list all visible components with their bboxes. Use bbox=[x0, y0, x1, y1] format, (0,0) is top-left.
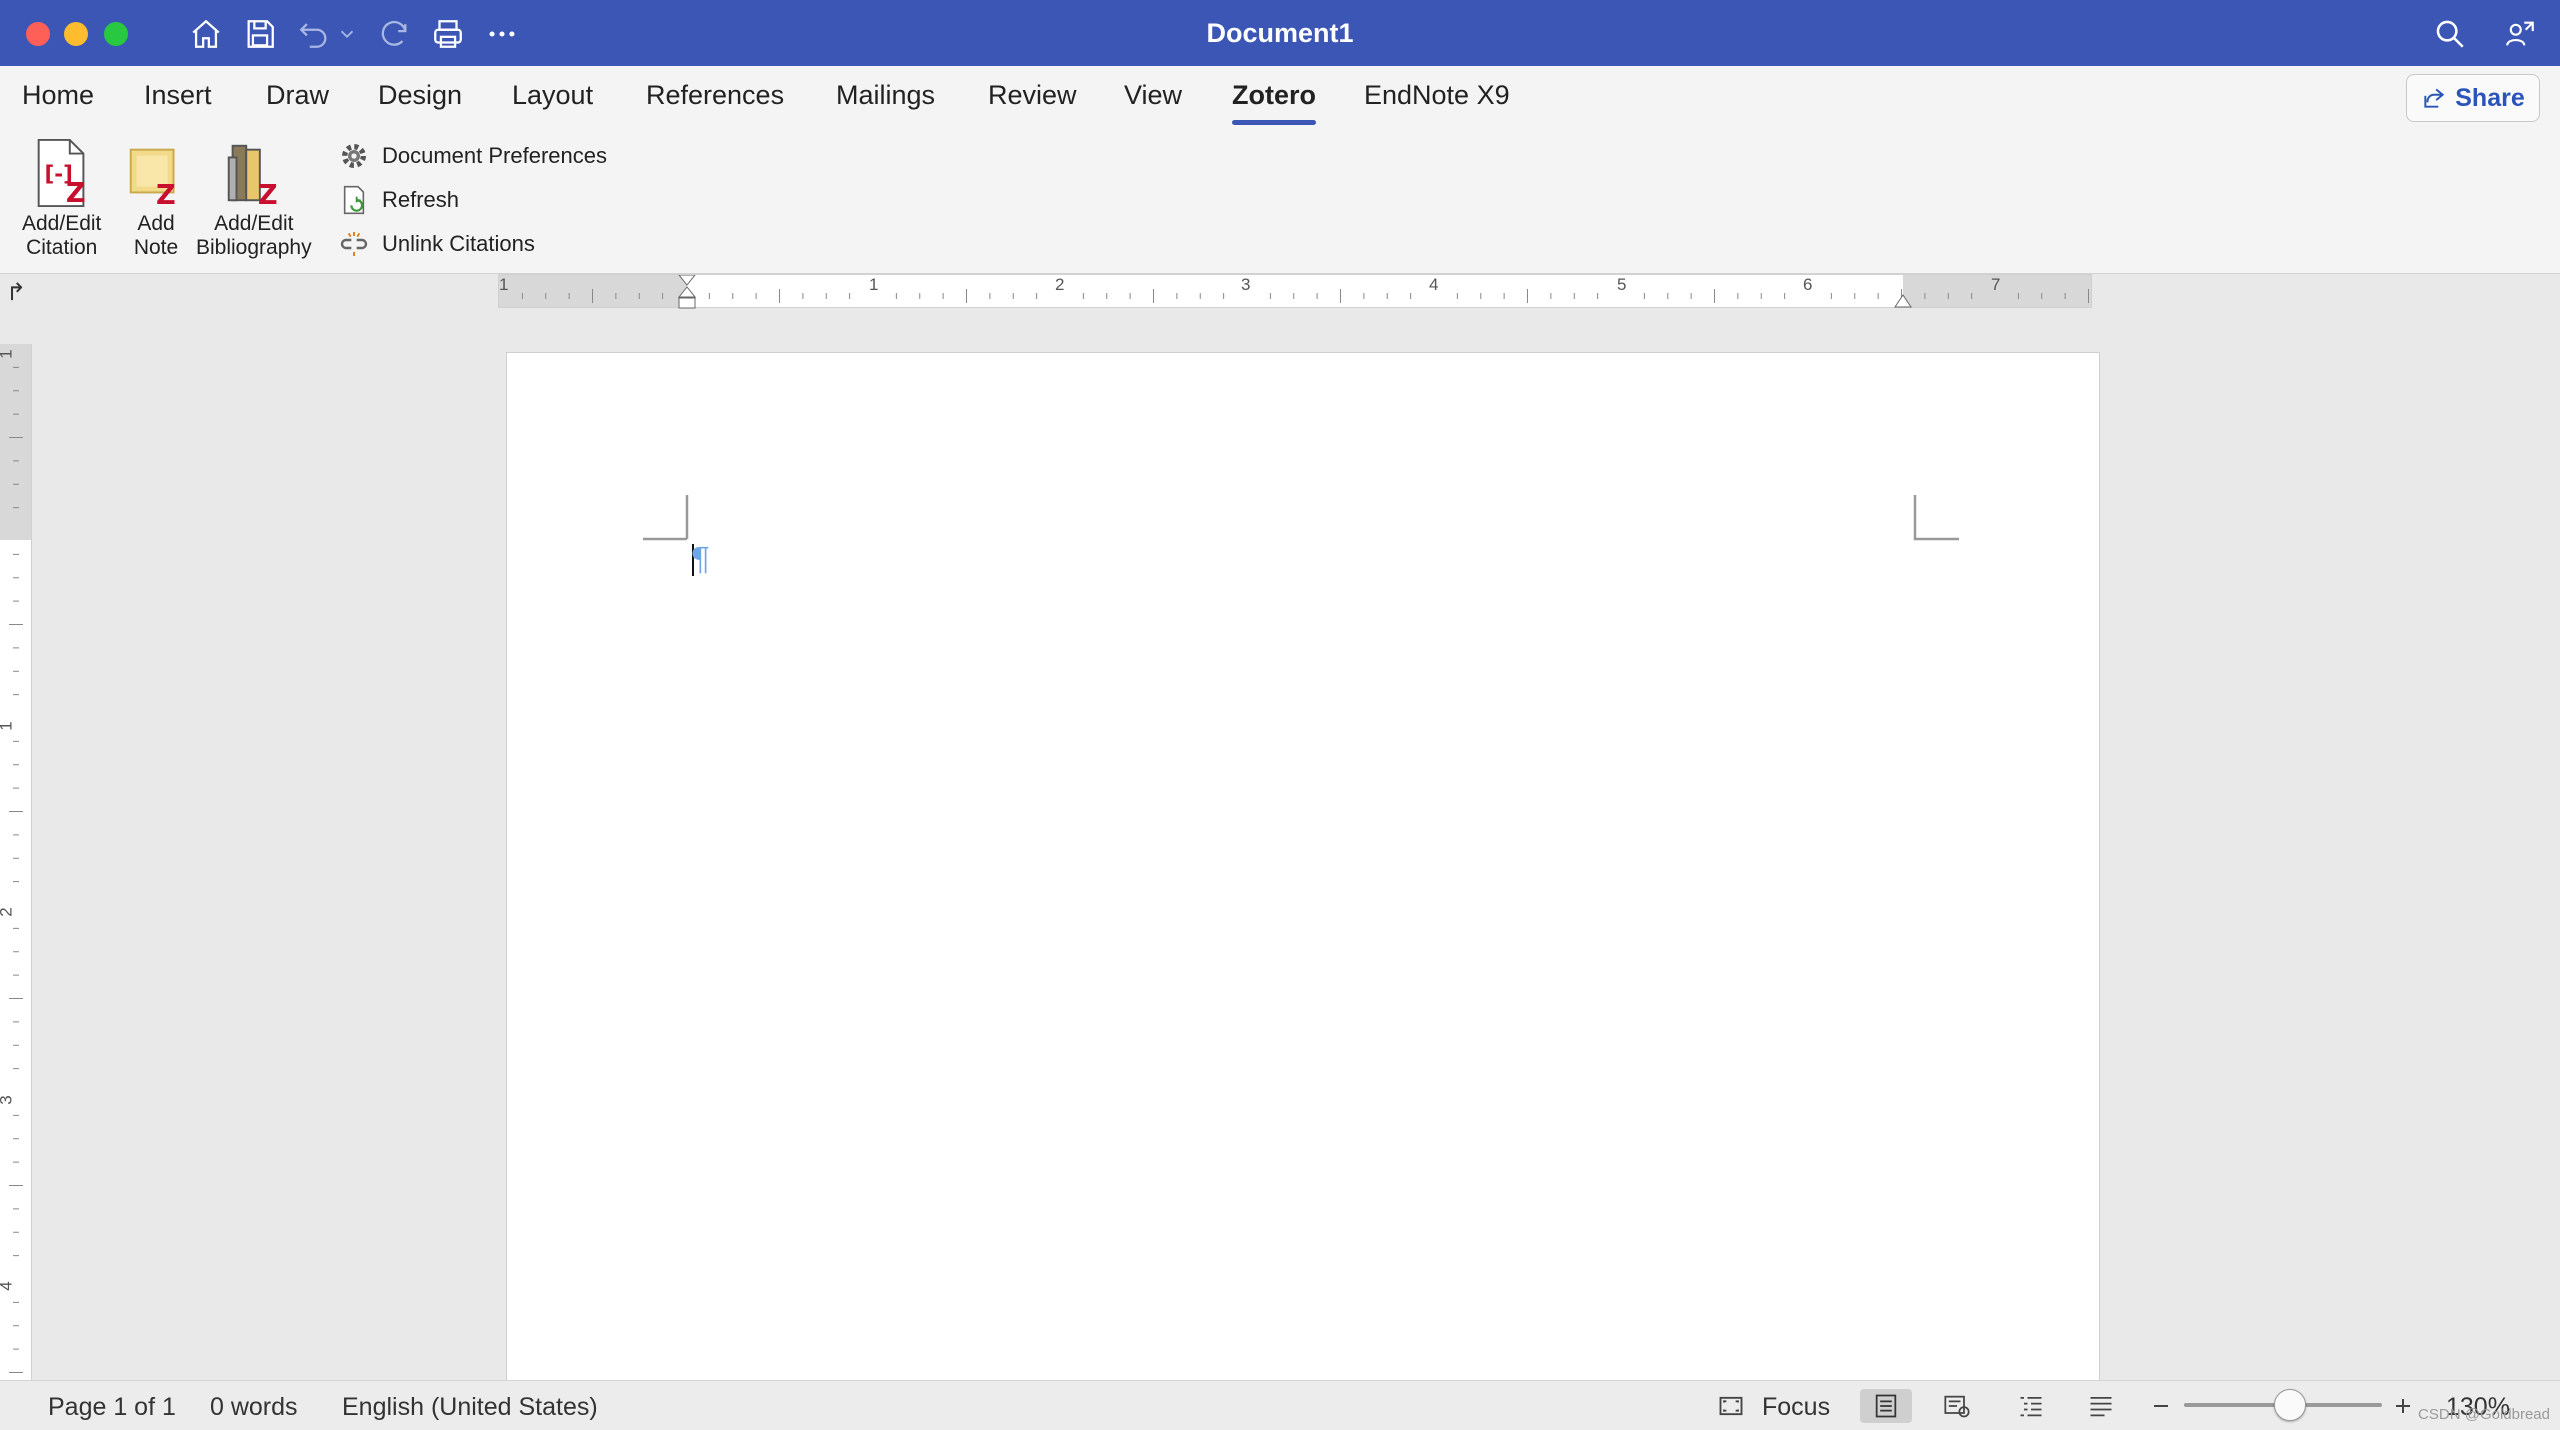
document-preferences-button[interactable]: Document Preferences bbox=[338, 140, 607, 172]
ruler-number: 4 bbox=[1429, 275, 1439, 294]
bibliography-icon: Z bbox=[227, 144, 278, 208]
ruler-number: 3 bbox=[1241, 275, 1251, 294]
add-note-button[interactable]: Z Add Note bbox=[124, 138, 188, 260]
share-button[interactable]: Share bbox=[2406, 74, 2540, 122]
vertical-ruler-number: 1 bbox=[0, 721, 17, 730]
add-edit-citation-label-2: Citation bbox=[26, 236, 98, 259]
language-status[interactable]: English (United States) bbox=[342, 1393, 598, 1422]
vertical-ruler[interactable]: 1 1 2 3 4 bbox=[0, 344, 32, 1380]
crop-mark-top-right bbox=[1913, 495, 1959, 541]
outline-view-icon[interactable] bbox=[2014, 1391, 2048, 1421]
ruler-ticks bbox=[521, 289, 2089, 303]
add-edit-citation-button[interactable]: [-] Z Add/Edit Citation bbox=[22, 138, 101, 260]
title-bar: Document1 bbox=[0, 0, 2560, 66]
vertical-ruler-ticks bbox=[9, 366, 23, 1373]
add-edit-bibliography-label-1: Add/Edit bbox=[214, 212, 294, 235]
zoom-in-icon[interactable] bbox=[2386, 1391, 2420, 1421]
search-icon[interactable] bbox=[2430, 14, 2470, 54]
zoom-slider-thumb[interactable] bbox=[2274, 1389, 2306, 1421]
unlink-citations-button[interactable]: Unlink Citations bbox=[338, 228, 535, 260]
ribbon-tabs: Home Insert Draw Design Layout Reference… bbox=[0, 66, 2560, 128]
tab-layout[interactable]: Layout bbox=[512, 80, 593, 111]
document-page[interactable] bbox=[506, 352, 2100, 1382]
vertical-ruler-number: 2 bbox=[0, 907, 17, 916]
vertical-ruler-number: 1 bbox=[0, 349, 17, 358]
account-icon[interactable] bbox=[2500, 14, 2540, 54]
word-count[interactable]: 0 words bbox=[210, 1393, 298, 1422]
svg-text:Z: Z bbox=[66, 178, 86, 208]
ribbon: [-] Z Add/Edit Citation Z Add Note Z Add… bbox=[0, 128, 2560, 274]
add-edit-bibliography-button[interactable]: Z Add/Edit Bibliography bbox=[196, 138, 312, 260]
print-layout-icon[interactable] bbox=[1860, 1389, 1912, 1423]
web-layout-icon[interactable] bbox=[1940, 1391, 1974, 1421]
add-note-label-2: Note bbox=[133, 236, 179, 259]
zoom-out-icon[interactable] bbox=[2144, 1391, 2178, 1421]
tab-home[interactable]: Home bbox=[22, 80, 94, 111]
vertical-ruler-number: 4 bbox=[0, 1281, 17, 1290]
ruler-number: 2 bbox=[1055, 275, 1065, 294]
add-note-label-1: Add bbox=[137, 212, 175, 235]
draft-view-icon[interactable] bbox=[2084, 1391, 2118, 1421]
status-bar: Page 1 of 1 0 words English (United Stat… bbox=[0, 1380, 2560, 1430]
refresh-icon bbox=[343, 185, 365, 215]
paragraph-mark: ¶ bbox=[690, 540, 711, 578]
add-edit-citation-label-1: Add/Edit bbox=[22, 212, 102, 235]
tab-review[interactable]: Review bbox=[988, 80, 1077, 111]
tab-draw[interactable]: Draw bbox=[266, 80, 329, 111]
focus-label[interactable]: Focus bbox=[1762, 1393, 1830, 1422]
tab-stop-selector-icon[interactable]: ↱ bbox=[6, 278, 26, 307]
add-edit-bibliography-label-2: Bibliography bbox=[196, 236, 312, 259]
share-label: Share bbox=[2455, 83, 2525, 112]
unlink-icon bbox=[340, 232, 368, 256]
crop-mark-top-left bbox=[643, 495, 689, 541]
svg-text:Z: Z bbox=[258, 180, 278, 208]
ruler-number: 1 bbox=[499, 275, 509, 294]
ruler-number: 6 bbox=[1803, 275, 1813, 294]
right-indent-marker[interactable] bbox=[1893, 289, 1913, 309]
focus-icon[interactable] bbox=[1714, 1391, 1748, 1421]
share-icon bbox=[2424, 88, 2445, 108]
ruler-number: 5 bbox=[1617, 275, 1627, 294]
ruler-number: 7 bbox=[1991, 275, 2001, 294]
watermark: CSDN @Goldbread bbox=[2418, 1406, 2550, 1423]
document-title: Document1 bbox=[1206, 18, 1354, 48]
citation-icon: [-] Z bbox=[37, 138, 86, 208]
refresh-button[interactable]: Refresh bbox=[338, 184, 459, 216]
gear-icon bbox=[342, 144, 366, 168]
vertical-ruler-number: 3 bbox=[0, 1095, 17, 1104]
tab-zotero[interactable]: Zotero bbox=[1232, 80, 1316, 125]
document-preferences-label: Document Preferences bbox=[382, 143, 607, 168]
tab-insert[interactable]: Insert bbox=[144, 80, 212, 111]
tab-view[interactable]: View bbox=[1124, 80, 1182, 111]
page-count[interactable]: Page 1 of 1 bbox=[48, 1393, 176, 1422]
refresh-label: Refresh bbox=[382, 187, 460, 212]
tab-references[interactable]: References bbox=[646, 80, 784, 111]
first-line-indent-marker[interactable] bbox=[677, 275, 697, 309]
tab-endnote[interactable]: EndNote X9 bbox=[1364, 80, 1510, 111]
horizontal-ruler[interactable]: 1 1 2 3 4 5 6 7 bbox=[498, 274, 2092, 309]
svg-text:Z: Z bbox=[156, 180, 176, 208]
note-icon: Z bbox=[129, 148, 176, 208]
unlink-citations-label: Unlink Citations bbox=[382, 231, 535, 256]
tab-design[interactable]: Design bbox=[378, 80, 462, 111]
ruler-number: 1 bbox=[869, 275, 879, 294]
tab-mailings[interactable]: Mailings bbox=[836, 80, 935, 111]
